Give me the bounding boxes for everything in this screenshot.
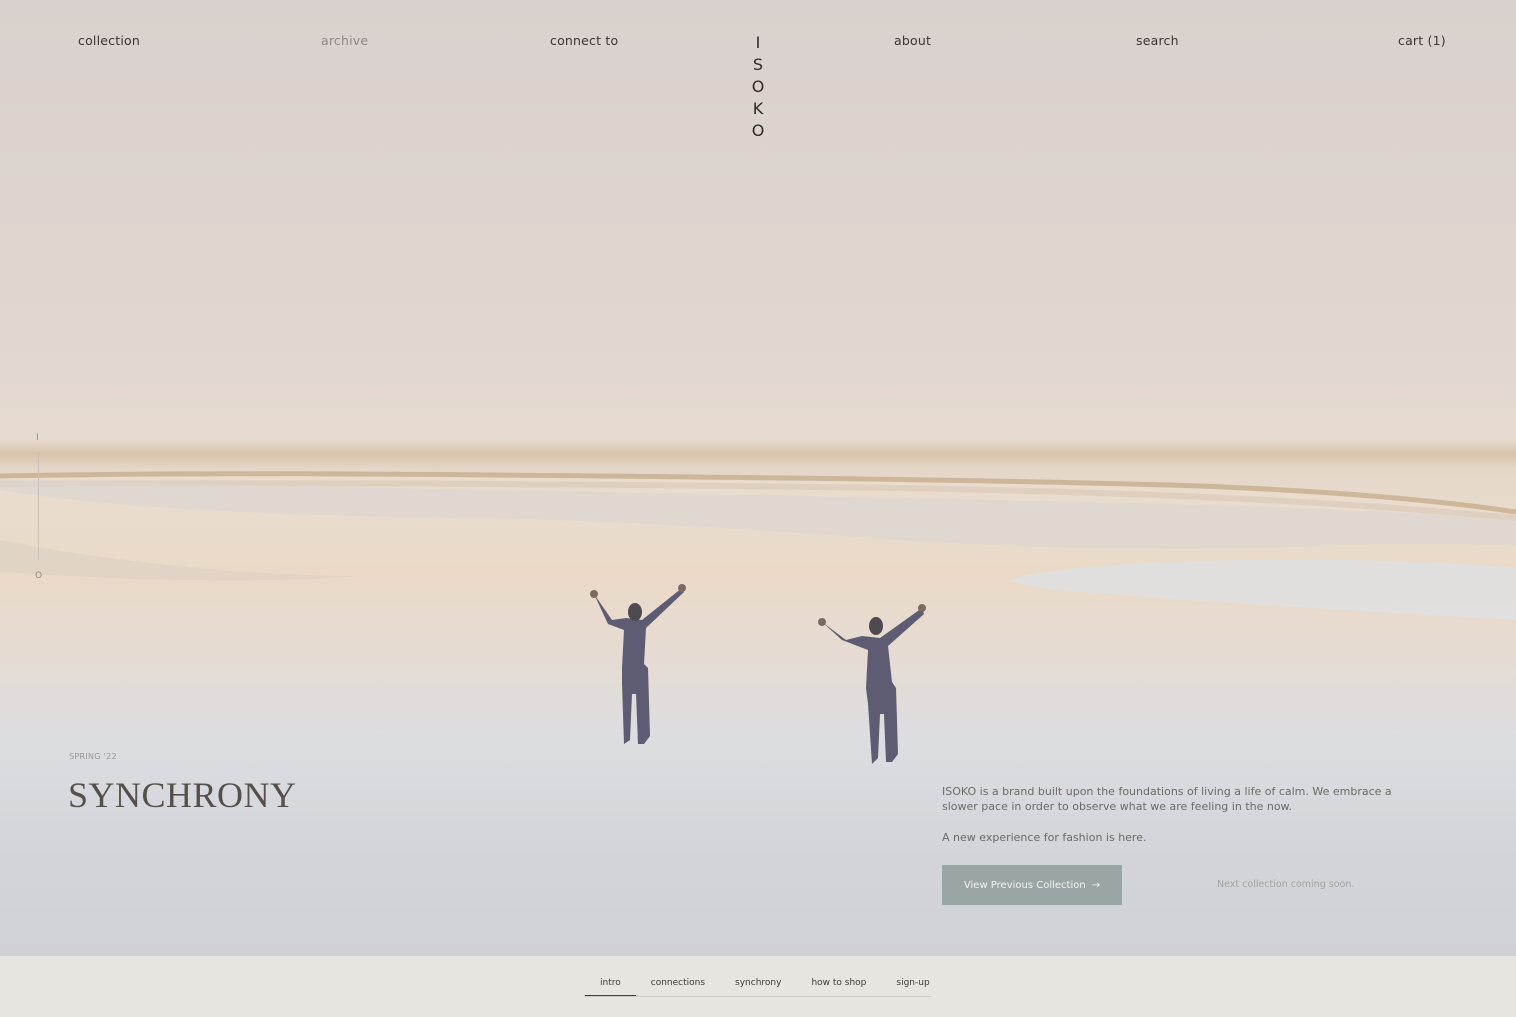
section-tab-bar: intro connections synchrony how to shop …	[0, 956, 1516, 1017]
slide-indicator-line	[38, 452, 39, 560]
tab-sign-up[interactable]: sign-up	[881, 978, 944, 995]
next-collection-note: Next collection coming soon.	[1217, 879, 1355, 890]
slide-indicator-bottom: O	[35, 571, 43, 581]
logo-letter: O	[751, 121, 765, 140]
collection-title: SYNCHRONY	[68, 775, 297, 815]
nav-archive[interactable]: archive	[321, 33, 368, 48]
figure-right	[818, 604, 926, 764]
tab-intro[interactable]: intro	[585, 978, 636, 996]
section-tabs: intro connections synchrony how to shop …	[585, 978, 931, 997]
logo-letter: O	[751, 77, 765, 96]
tab-connections[interactable]: connections	[636, 978, 720, 995]
brand-logo[interactable]: I S O K O	[748, 32, 768, 142]
tab-synchrony[interactable]: synchrony	[720, 978, 796, 995]
intro-tagline: A new experience for fashion is here.	[942, 831, 1147, 844]
logo-letter: I	[755, 33, 761, 52]
figure-left	[590, 584, 686, 744]
tab-how-to-shop[interactable]: how to shop	[796, 978, 881, 995]
nav-search[interactable]: search	[1136, 33, 1179, 48]
logo-letter: K	[752, 99, 764, 118]
nav-connect-to[interactable]: connect to	[550, 33, 618, 48]
hero-section: collection archive connect to I S O K O …	[0, 0, 1516, 956]
nav-cart[interactable]: cart (1)	[1398, 33, 1446, 48]
button-label: View Previous Collection	[963, 879, 1086, 891]
season-label: SPRING '22	[69, 752, 117, 761]
arrow-right-icon: →	[1091, 879, 1101, 891]
nav-about[interactable]: about	[894, 33, 931, 48]
nav-collection[interactable]: collection	[78, 33, 140, 48]
view-previous-collection-button[interactable]: View Previous Collection →	[942, 865, 1122, 905]
slide-indicator-top: I	[36, 433, 39, 443]
intro-paragraph: ISOKO is a brand built upon the foundati…	[942, 785, 1392, 813]
logo-letter: S	[752, 55, 764, 74]
lagoon-graphic	[0, 480, 1516, 620]
